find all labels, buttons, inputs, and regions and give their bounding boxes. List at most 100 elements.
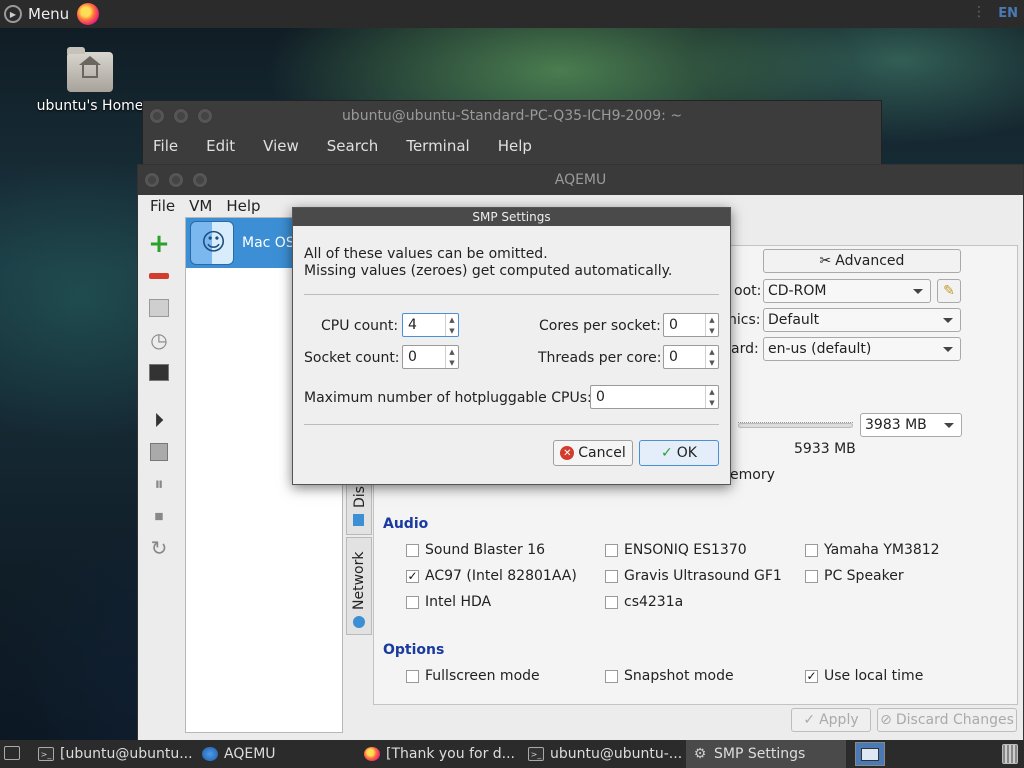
audio-option-label: ENSONIQ ES1370 [624,542,747,558]
disk-icon [353,514,364,526]
threads-value: 0 [669,349,678,365]
tab-network[interactable]: Network [346,537,372,635]
aqemu-titlebar[interactable]: AQEMU [138,165,1023,195]
start-vm-icon[interactable]: ⏵ [147,408,171,432]
aqemu-menu-help[interactable]: Help [226,197,260,215]
description-line: Missing values (zeroes) get computed aut… [304,263,673,279]
threads-per-core-input[interactable]: 0 ▲ ▼ [663,345,719,369]
dialog-title[interactable]: SMP Settings [293,208,730,226]
spin-arrows-icon[interactable]: ▲ ▼ [445,346,458,368]
vm-name: Mac OS [242,235,295,251]
threads-per-core-label: Threads per core: [538,350,662,366]
taskbar-item-terminal-1[interactable]: >_ [ubuntu@ubuntu... [32,740,194,768]
audio-checkbox[interactable]: ENSONIQ ES1370 [605,542,747,558]
tab-disks[interactable]: Dis [346,483,372,535]
macos-finder-icon [190,221,234,265]
terminal-menu-edit[interactable]: Edit [206,137,235,155]
aqemu-menu-file[interactable]: File [150,197,175,215]
memory-size-select[interactable]: 3983 MB [860,413,962,437]
firefox-launcher-icon[interactable] [77,3,100,25]
save-state-icon[interactable] [147,440,171,464]
clock-icon[interactable]: ◷ [147,328,171,352]
check-icon: ✓ [661,445,673,461]
home-folder-label: ubuntu's Home [36,98,144,114]
keyboard-label: ard: [731,341,759,357]
add-vm-icon[interactable]: + [147,229,171,259]
advanced-button[interactable]: ✂ Advanced [763,249,961,273]
wrench-icon: ✎ [943,283,955,299]
checkbox-box [406,669,419,683]
ok-button[interactable]: ✓ OK [639,440,719,466]
audio-option-label: AC97 (Intel 82801AA) [425,568,577,584]
remove-vm-icon[interactable] [147,264,171,288]
audio-checkbox[interactable]: PC Speaker [805,568,904,584]
audio-option-label: Sound Blaster 16 [425,542,546,558]
audio-checkbox[interactable]: Intel HDA [406,594,491,610]
terminal-menu-search[interactable]: Search [327,137,379,155]
keyboard-layout-indicator[interactable]: EN [998,6,1018,21]
terminal-menubar: File Edit View Search Terminal Help [143,131,881,161]
trash-icon[interactable] [1002,744,1018,764]
audio-option-label: Gravis Ultrasound GF1 [624,568,782,584]
terminal-menu-view[interactable]: View [263,137,299,155]
graphics-label: nics: [728,312,761,328]
max-hotplug-cpus-input[interactable]: 0 ▲ ▼ [590,385,719,409]
audio-checkbox[interactable]: Gravis Ultrasound GF1 [605,568,782,584]
taskbar-item-smp-settings[interactable]: ⚙ SMP Settings [686,740,846,768]
description-line: All of these values can be omitted. [304,246,548,262]
local-time-checkbox[interactable]: ✓ Use local time [805,668,923,684]
console-icon[interactable] [147,360,171,384]
audio-checkbox[interactable]: Yamaha YM3812 [805,542,940,558]
terminal-title: ubuntu@ubuntu-Standard-PC-Q35-ICH9-2009:… [341,108,683,124]
storage-icon[interactable] [147,296,171,320]
memory-slider[interactable] [738,423,853,428]
globe-icon [353,616,365,628]
home-folder-desktop-icon[interactable]: ubuntu's Home [30,47,150,114]
spin-arrows-icon[interactable]: ▲ ▼ [705,386,718,408]
terminal-menu-terminal[interactable]: Terminal [406,137,469,155]
spin-arrows-icon[interactable]: ▲ ▼ [445,314,458,336]
audio-option-label: Yamaha YM3812 [824,542,940,558]
workspace-switcher[interactable] [855,742,885,766]
checkbox-box [605,543,618,557]
snapshot-checkbox[interactable]: Snapshot mode [605,668,734,684]
bottom-taskbar: >_ [ubuntu@ubuntu... AQEMU [Thank you fo… [0,740,1024,768]
graphics-select[interactable]: Default [763,308,961,332]
main-menu-button[interactable]: ▶ Menu [0,0,69,28]
dialog-description: All of these values can be omitted. Miss… [304,246,672,280]
taskbar-item-aqemu[interactable]: AQEMU [196,740,356,768]
smp-settings-dialog: SMP Settings All of these values can be … [292,207,731,485]
taskbar-item-label: [Thank you for d... [386,746,516,762]
boot-device-select[interactable]: CD-ROM [763,279,931,303]
socket-count-input[interactable]: 0 ▲ ▼ [402,345,459,369]
terminal-menu-help[interactable]: Help [498,137,532,155]
spin-arrows-icon[interactable]: ▲ ▼ [705,346,718,368]
terminal-menu-file[interactable]: File [153,137,178,155]
audio-option-label: PC Speaker [824,568,904,584]
cancel-button[interactable]: ✕ Cancel [553,440,633,466]
checkbox-box [605,669,618,683]
audio-checkbox[interactable]: cs4231a [605,594,683,610]
pause-vm-icon[interactable]: ⏸ [147,472,171,496]
audio-checkbox[interactable]: ✓ AC97 (Intel 82801AA) [406,568,577,584]
spin-arrows-icon[interactable]: ▲ ▼ [705,314,718,336]
boot-settings-button[interactable]: ✎ [937,279,961,303]
max-hotplug-cpus-label: Maximum number of hotpluggable CPUs: [304,390,592,406]
reset-vm-icon[interactable]: ↻ [147,536,171,560]
cores-per-socket-input[interactable]: 0 ▲ ▼ [663,313,719,337]
show-desktop-icon[interactable] [4,746,20,760]
discard-changes-button[interactable]: ⊘ Discard Changes [877,708,1017,732]
cpu-count-input[interactable]: 4 ▲ ▼ [402,313,459,337]
terminal-titlebar[interactable]: ubuntu@ubuntu-Standard-PC-Q35-ICH9-2009:… [143,101,881,131]
audio-checkbox[interactable]: Sound Blaster 16 [406,542,545,558]
apply-button[interactable]: ✓ Apply [791,708,871,732]
options-section-title: Options [383,642,445,658]
keyboard-layout-select[interactable]: en-us (default) [763,337,961,361]
taskbar-item-label: [ubuntu@ubuntu... [60,746,193,762]
menu-label: Menu [28,5,70,23]
taskbar-item-firefox[interactable]: [Thank you for d... [358,740,520,768]
aqemu-menu-vm[interactable]: VM [189,197,212,215]
stop-vm-icon[interactable]: ⏹ [147,504,171,528]
taskbar-item-terminal-2[interactable]: >_ ubuntu@ubuntu-... [522,740,684,768]
fullscreen-checkbox[interactable]: Fullscreen mode [406,668,540,684]
